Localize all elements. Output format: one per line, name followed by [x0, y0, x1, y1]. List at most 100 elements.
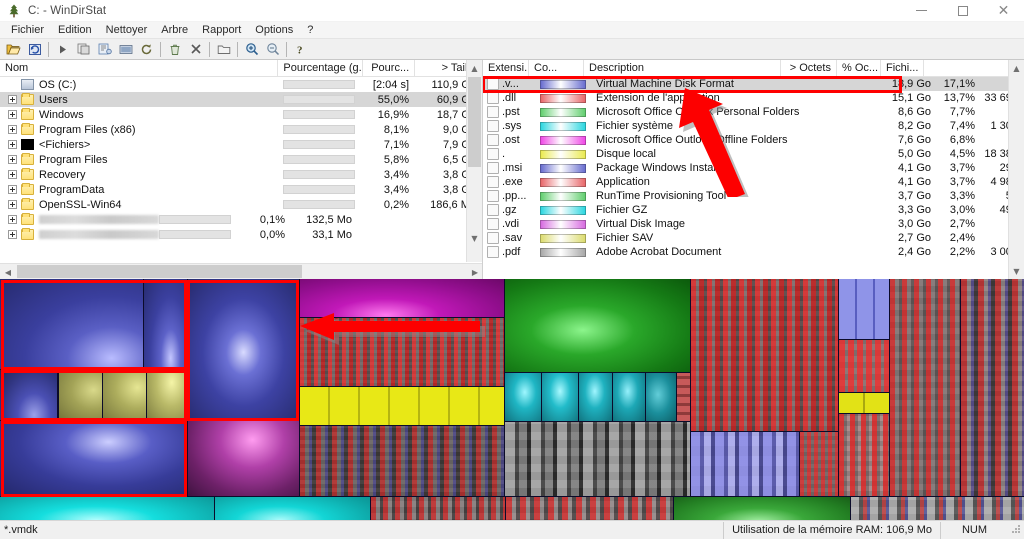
menu-item-arbre[interactable]: Arbre [154, 22, 195, 39]
tree-row[interactable]: <Fichiers> 7,1% 7,9 Go [0, 137, 482, 152]
tree-vertical-scrollbar[interactable]: ▲ ▼ [466, 60, 482, 262]
expand-collapse-icon[interactable] [8, 185, 17, 194]
treemap-block-gz-yellow[interactable] [300, 387, 504, 425]
menu-item-rapport[interactable]: Rapport [195, 22, 248, 39]
treemap-block-ost-1[interactable] [188, 421, 299, 496]
expand-collapse-icon[interactable] [8, 200, 17, 209]
maximize-button[interactable] [942, 0, 983, 22]
tree-row[interactable]: OpenSSL-Win64 0,2% 186,6 Mo [0, 197, 482, 212]
ext-col-description[interactable]: Description [584, 60, 781, 76]
tree-row[interactable]: 0,0% 33,1 Mo [0, 227, 482, 242]
extension-row[interactable]: .msiPackage Windows Installer4,1 Go3,7%2… [483, 161, 1024, 175]
scroll-up-icon[interactable]: ▲ [467, 60, 482, 76]
treemap-block-ost-2[interactable] [300, 279, 504, 317]
expand-collapse-icon[interactable] [8, 110, 17, 119]
treemap-block-dense-bottom-3[interactable] [851, 497, 1024, 520]
extension-row[interactable]: .ost Microsoft Office Outlook Offline Fol… [483, 133, 1024, 147]
scroll-left-icon[interactable]: ◀ [0, 264, 16, 279]
tree-horizontal-scrollbar[interactable]: ◀ ▶ [0, 263, 482, 279]
extension-row[interactable]: .savFichier SAV2,7 Go2,4%5 [483, 231, 1024, 245]
tree-row[interactable]: ProgramData 3,4% 3,8 Go [0, 182, 482, 197]
close-button[interactable]: ✕ [983, 0, 1024, 22]
treemap-block-dense-red-col-2[interactable] [839, 414, 889, 496]
extension-row[interactable]: .exe Application 4,1 Go 3,7% 4 988 [483, 175, 1024, 189]
tree-row[interactable]: 0,1% 132,5 Mo [0, 212, 482, 227]
treemap-block-vmdk-4[interactable] [0, 370, 57, 420]
tree-scroll-thumb[interactable] [468, 77, 481, 167]
folder-icon[interactable] [213, 40, 234, 59]
ext-col-extension[interactable]: Extensi... [483, 60, 529, 76]
help-icon[interactable]: ? [290, 40, 311, 59]
extension-row[interactable]: .sys Fichier système 8,2 Go 7,4% 1 302 [483, 119, 1024, 133]
zoom-out-icon[interactable] [262, 40, 283, 59]
treemap-block-dense-mixed-right-1[interactable] [890, 279, 960, 496]
treemap-block-sav-2[interactable] [103, 370, 146, 420]
expand-collapse-icon[interactable] [8, 230, 17, 239]
ext-col-fichiers[interactable]: Fichi... [881, 60, 924, 76]
treemap-block-sys-cyan-1[interactable] [505, 373, 541, 421]
extension-row[interactable]: .pst Microsoft Office Outlook Personal Fo… [483, 105, 1024, 119]
ext-col-octets[interactable]: > Octets [781, 60, 837, 76]
treemap-block-sys-cyan-4[interactable] [613, 373, 645, 421]
treemap-block-dense-bottom-2[interactable] [506, 497, 673, 520]
tree-row[interactable]: Recovery 3,4% 3,8 Go [0, 167, 482, 182]
continue-icon[interactable] [52, 40, 73, 59]
tree-row[interactable]: Users 55,0% 60,9 Go [0, 92, 482, 107]
treemap-block-gz-yellow-right[interactable] [839, 393, 889, 413]
scroll-down-icon[interactable]: ▼ [467, 230, 482, 246]
tree-row[interactable]: Windows 16,9% 18,7 Go [0, 107, 482, 122]
tree-row[interactable]: Program Files 5,8% 6,5 Go [0, 152, 482, 167]
treemap-block-dense-red-right-2[interactable] [800, 432, 838, 496]
treemap-block-dense-red-col-1[interactable] [839, 340, 889, 392]
treemap-block-dense-dll-1[interactable] [300, 318, 504, 386]
treemap-block-dense-mixed-right-2[interactable] [961, 279, 1024, 496]
ext-col-couleur[interactable]: Co... [529, 60, 584, 76]
menu-item-help[interactable]: ? [300, 22, 320, 39]
tree-col-pourcentage[interactable]: Pourc... [363, 60, 416, 76]
expand-collapse-icon[interactable] [8, 215, 17, 224]
refresh-icon[interactable] [136, 40, 157, 59]
treemap-block-sys-cyan-big-2[interactable] [215, 497, 370, 520]
treemap-block-dense-dll-right-1[interactable] [691, 279, 838, 431]
copy-icon[interactable] [73, 40, 94, 59]
ext-scroll-up-icon[interactable]: ▲ [1009, 60, 1024, 76]
expand-collapse-icon[interactable] [8, 170, 17, 179]
treemap-block-dense-mixed-1[interactable] [300, 426, 504, 496]
delete-icon[interactable] [185, 40, 206, 59]
menu-item-options[interactable]: Options [248, 22, 300, 39]
treemap-block-sys-cyan-3[interactable] [579, 373, 612, 421]
minimize-button[interactable] [901, 0, 942, 22]
expand-collapse-icon[interactable] [8, 95, 17, 104]
treemap-block-sys-cyan-2[interactable] [542, 373, 578, 421]
recycle-bin-icon[interactable] [164, 40, 185, 59]
treemap-block-msi-blue-column[interactable] [839, 279, 889, 339]
extension-row[interactable]: .v... Virtual Machine Disk Format 18,9 Go 1… [483, 77, 1024, 91]
tree-row[interactable]: OS (C:) [2:04 s] 110,9 Go [0, 77, 482, 92]
treemap-block-sav-3[interactable] [147, 370, 187, 420]
treemap-block-vmdk-1[interactable] [0, 279, 143, 369]
scroll-right-icon[interactable]: ▶ [467, 264, 482, 279]
treemap-block-sav-1[interactable] [59, 370, 102, 420]
expand-collapse-icon[interactable] [8, 140, 17, 149]
extension-row[interactable]: .pp... RunTime Provisioning Tool 3,7 Go 3,3… [483, 189, 1024, 203]
expand-collapse-icon[interactable] [8, 155, 17, 164]
treemap-block-exe-red-right[interactable] [677, 373, 690, 421]
treemap-block-pst-green[interactable] [505, 279, 690, 372]
menu-item-edition[interactable]: Edition [51, 22, 99, 39]
treemap-block-vmdk-2[interactable] [144, 279, 187, 369]
extension-row[interactable]: . Disque local 5,0 Go 4,5% 18 389 [483, 147, 1024, 161]
refresh-selected-icon[interactable] [24, 40, 45, 59]
resize-grip-icon[interactable] [1008, 523, 1022, 537]
extension-row[interactable]: .pdf Adobe Acrobat Document 2,4 Go 2,2% 3 00… [483, 245, 1024, 259]
extension-row[interactable]: .gzFichier GZ3,3 Go3,0%492 [483, 203, 1024, 217]
treemap-block-dense-gray-1[interactable] [505, 422, 690, 496]
copy-path-icon[interactable] [94, 40, 115, 59]
treemap-block-msi-blue-right[interactable] [691, 432, 799, 496]
ext-vertical-scrollbar[interactable]: ▲ ▼ [1008, 60, 1024, 279]
expand-collapse-icon[interactable] [8, 125, 17, 134]
zoom-in-icon[interactable] [241, 40, 262, 59]
tree-col-nom[interactable]: Nom [0, 60, 279, 76]
extension-row[interactable]: .vdiVirtual Disk Image3,0 Go2,7%1 [483, 217, 1024, 231]
menu-item-nettoyer[interactable]: Nettoyer [99, 22, 155, 39]
open-folder-icon[interactable] [3, 40, 24, 59]
